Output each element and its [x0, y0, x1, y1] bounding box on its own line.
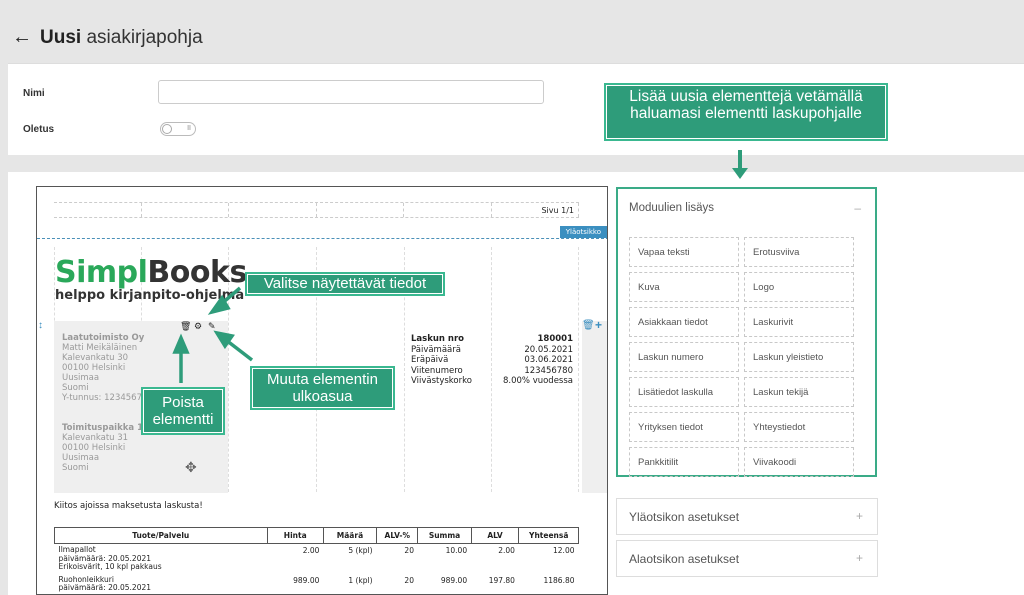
arrow-to-brush: [224, 338, 254, 362]
arrow-to-trash-head: [172, 333, 190, 354]
annotation-arrows: [172, 286, 254, 383]
